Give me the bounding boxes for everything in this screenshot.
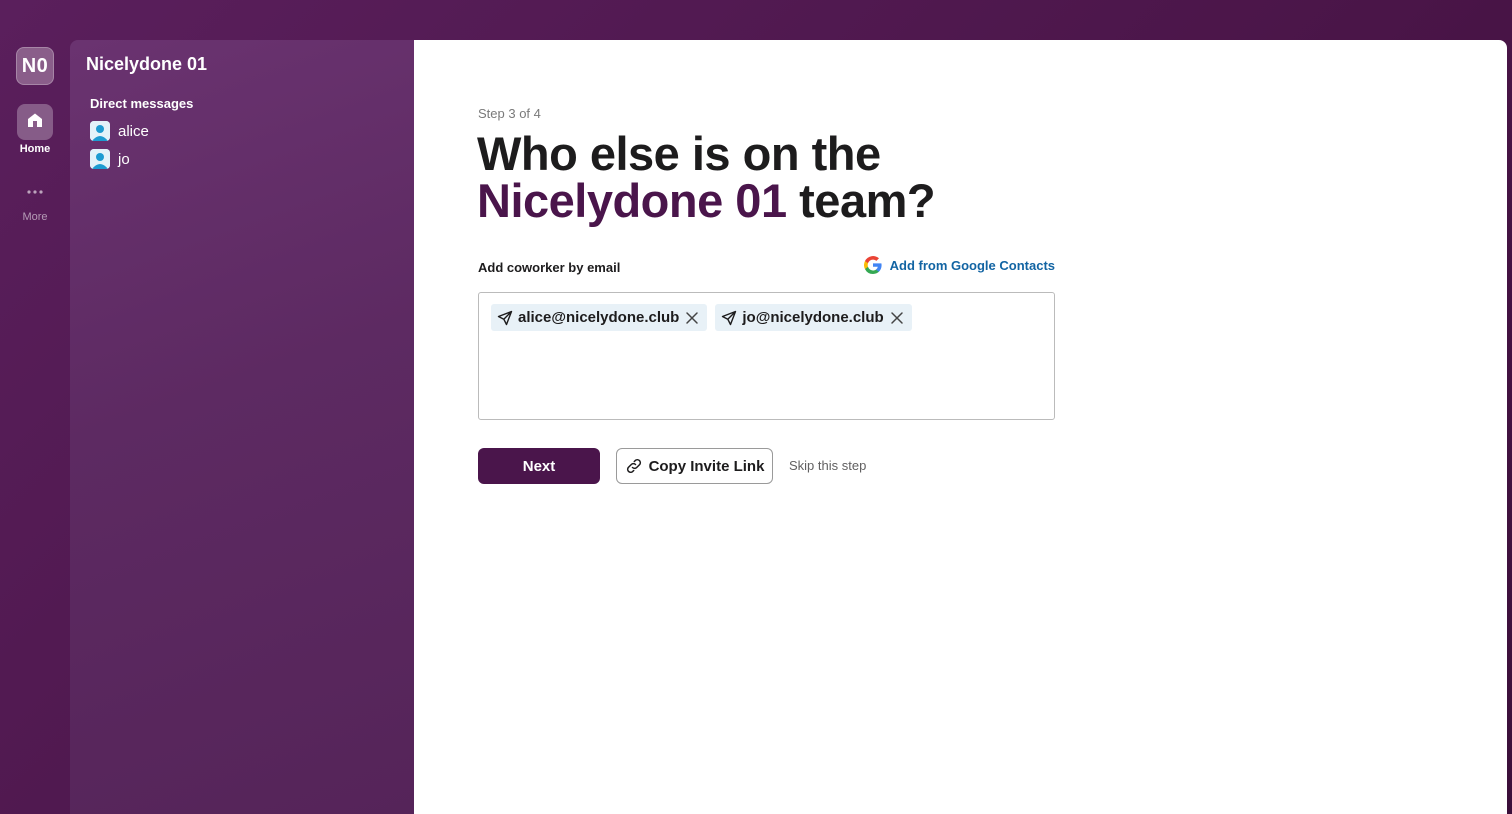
home-icon: [26, 111, 44, 134]
email-chip[interactable]: jo@nicelydone.club: [715, 304, 912, 331]
step-indicator: Step 3 of 4: [478, 106, 541, 121]
google-contacts-link[interactable]: Add from Google Contacts: [863, 256, 1055, 274]
send-icon: [497, 310, 513, 326]
home-label: Home: [19, 143, 51, 155]
link-icon: [625, 457, 643, 475]
home-button[interactable]: [17, 104, 53, 140]
sidebar-item-label: jo: [118, 150, 130, 168]
copy-invite-link-button[interactable]: Copy Invite Link: [616, 448, 773, 484]
title-suffix: team?: [786, 174, 936, 227]
send-icon: [721, 310, 737, 326]
more-label: More: [22, 211, 48, 223]
title-line-1: Who else is on the: [477, 127, 881, 180]
more-icon: [26, 179, 44, 200]
direct-messages-header[interactable]: Direct messages: [90, 96, 193, 111]
copy-invite-link-label: Copy Invite Link: [648, 457, 765, 475]
skip-step-link[interactable]: Skip this step: [789, 458, 866, 473]
user-avatar-icon: [90, 149, 110, 169]
email-field-label: Add coworker by email: [478, 260, 621, 275]
sidebar: Nicelydone 01 Direct messages alice jo: [70, 40, 414, 814]
email-input-field[interactable]: alice@nicelydone.club jo@nicelydone.club: [478, 292, 1055, 420]
email-chip-value: alice@nicelydone.club: [518, 309, 680, 326]
google-contacts-label: Add from Google Contacts: [889, 257, 1055, 273]
sidebar-item-label: alice: [118, 122, 149, 140]
google-icon: [863, 256, 882, 274]
user-avatar-icon: [90, 121, 110, 141]
workspace-name[interactable]: Nicelydone 01: [86, 54, 207, 75]
sidebar-item-alice[interactable]: alice: [90, 120, 149, 142]
sidebar-item-jo[interactable]: jo: [90, 148, 130, 170]
next-button[interactable]: Next: [478, 448, 600, 484]
email-chip[interactable]: alice@nicelydone.club: [491, 304, 708, 331]
more-button[interactable]: [17, 174, 53, 204]
close-icon[interactable]: [890, 311, 904, 325]
title-workspace-name: Nicelydone 01: [477, 174, 787, 227]
workspace-rail: N0 Home More: [0, 40, 70, 814]
email-chip-value: jo@nicelydone.club: [742, 309, 884, 326]
main-panel: Step 3 of 4 Who else is on the Nicelydon…: [414, 40, 1507, 814]
workspace-avatar[interactable]: N0: [16, 47, 54, 85]
close-icon[interactable]: [685, 311, 699, 325]
page-title: Who else is on the Nicelydone 01 team?: [477, 127, 936, 227]
